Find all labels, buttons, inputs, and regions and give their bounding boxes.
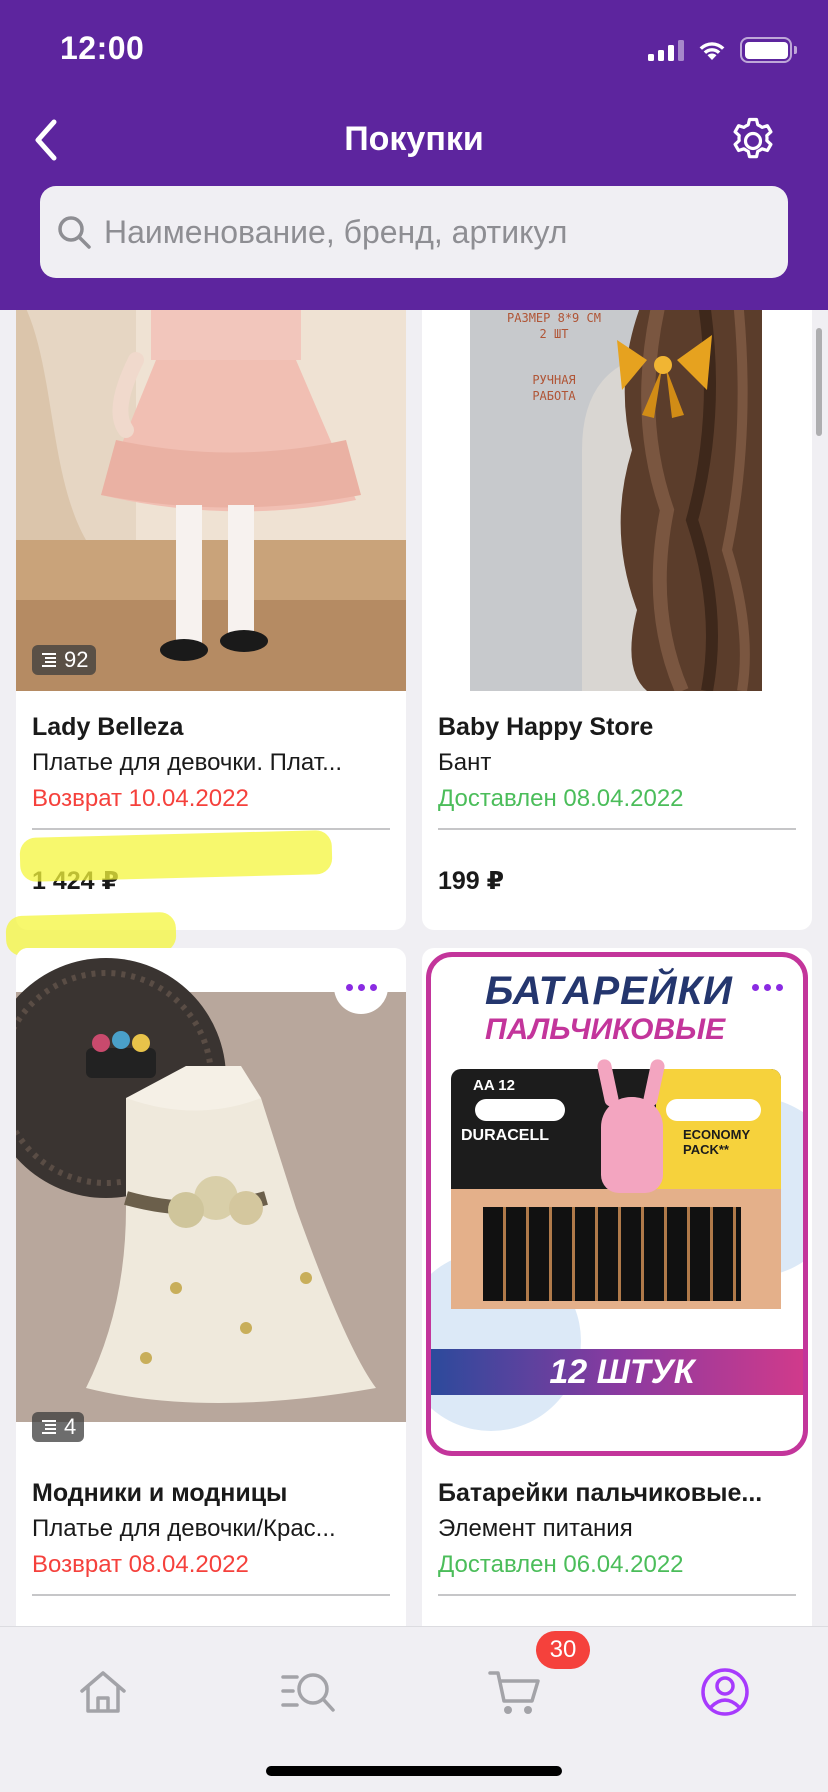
image-caption: РАЗМЕР 8*9 СМ 2 ШТ РУЧНАЯ РАБОТА: [507, 311, 601, 403]
product-price: 199 ₽: [438, 867, 505, 895]
scrollbar[interactable]: [816, 328, 822, 436]
search-bar[interactable]: [40, 186, 788, 278]
header: 12:00 Покупки: [0, 0, 828, 310]
product-info: Модники и модницы Платье для девочки/Кра…: [16, 1476, 406, 1596]
list-icon: [42, 1420, 56, 1434]
tab-profile[interactable]: [680, 1647, 770, 1737]
status-bar: 12:00: [0, 0, 828, 100]
divider: [438, 828, 796, 830]
product-brand: Батарейки пальчиковые...: [438, 1479, 763, 1507]
product-card[interactable]: БАТАРЕЙКИ ПАЛЬЧИКОВЫЕ AA 12 DURACELL ECO…: [422, 948, 812, 1626]
battery-icon: [740, 37, 797, 63]
product-brand: Baby Happy Store: [438, 713, 654, 741]
tab-catalog[interactable]: [264, 1647, 354, 1737]
divider: [438, 1594, 796, 1596]
more-options-button[interactable]: [740, 960, 794, 1014]
catalog-search-icon: [281, 1673, 335, 1712]
product-brand: Модники и модницы: [32, 1479, 288, 1507]
purchases-grid[interactable]: 92 Lady Belleza Платье для девочки. Плат…: [0, 310, 828, 1626]
product-name: Платье для девочки/Крас...: [32, 1515, 336, 1542]
product-name: Бант: [438, 749, 492, 776]
product-brand: Lady Belleza: [32, 713, 184, 741]
cellular-signal-icon: [648, 39, 684, 61]
status-icons: [648, 36, 797, 64]
battery-count-banner: 12 ШТУК: [431, 1349, 803, 1395]
product-info: Baby Happy Store Бант Доставлен 08.04.20…: [422, 710, 812, 896]
product-name: Элемент питания: [438, 1515, 633, 1542]
more-options-button[interactable]: [334, 960, 388, 1014]
product-info: Батарейки пальчиковые... Элемент питания…: [422, 1476, 812, 1596]
dress-photo: [16, 310, 406, 691]
product-card[interactable]: 4 Модники и модницы Платье для девочки/К…: [16, 948, 406, 1626]
dress-photo: [16, 948, 406, 1458]
photo-count: 92: [64, 647, 89, 672]
list-icon: [42, 653, 56, 667]
page-title: Покупки: [344, 120, 484, 158]
product-image[interactable]: РАЗМЕР 8*9 СМ 2 ШТ РУЧНАЯ РАБОТА: [422, 310, 812, 691]
search-icon: [58, 216, 91, 249]
home-indicator[interactable]: [266, 1766, 562, 1776]
highlight-mark: [19, 829, 333, 883]
photo-count-badge: 92: [32, 645, 97, 675]
product-status: Возврат 10.04.2022: [32, 785, 249, 812]
cart-icon: [488, 1671, 540, 1714]
home-icon: [80, 1671, 126, 1713]
search-input[interactable]: [104, 213, 744, 251]
battery-title: БАТАРЕЙКИ: [485, 969, 733, 1013]
wifi-icon: [699, 42, 725, 60]
product-card[interactable]: РАЗМЕР 8*9 СМ 2 ШТ РУЧНАЯ РАБОТА Baby Ha…: [422, 310, 812, 930]
hair-bow-photo: [422, 310, 812, 691]
battery-package: AA 12 DURACELL ECONOMY PACK**: [451, 1058, 781, 1309]
photo-count-badge: 4: [32, 1412, 85, 1442]
product-status: Доставлен 08.04.2022: [438, 785, 684, 812]
tab-home[interactable]: [58, 1647, 148, 1737]
cart-count-badge: 30: [536, 1631, 590, 1669]
divider: [32, 1594, 390, 1596]
profile-icon: [701, 1668, 749, 1716]
product-status: Возврат 08.04.2022: [32, 1551, 249, 1578]
divider: [32, 828, 390, 830]
product-image[interactable]: БАТАРЕЙКИ ПАЛЬЧИКОВЫЕ AA 12 DURACELL ECO…: [422, 948, 812, 1458]
status-time: 12:00: [60, 30, 145, 66]
product-image[interactable]: 92: [16, 310, 406, 691]
product-status: Доставлен 06.04.2022: [438, 1551, 684, 1578]
battery-subtitle: ПАЛЬЧИКОВЫЕ: [485, 1013, 726, 1046]
product-image[interactable]: 4: [16, 948, 406, 1458]
photo-count: 4: [64, 1414, 77, 1439]
gear-icon: [733, 117, 773, 159]
battery-product-image: БАТАРЕЙКИ ПАЛЬЧИКОВЫЕ AA 12 DURACELL ECO…: [426, 952, 808, 1456]
settings-button[interactable]: [724, 112, 782, 170]
product-name: Платье для девочки. Плат...: [32, 749, 343, 776]
